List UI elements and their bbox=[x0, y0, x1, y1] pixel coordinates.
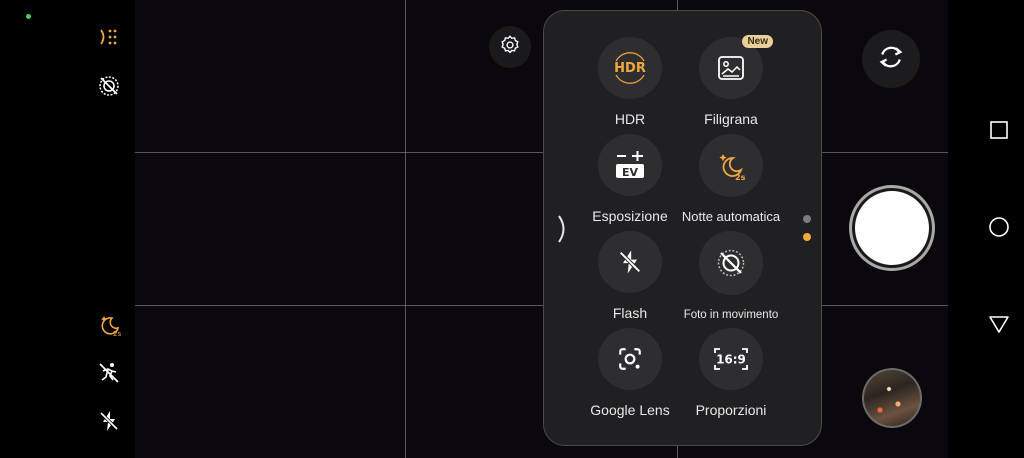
auto-night-toggle[interactable]: 2s Notte automatica bbox=[676, 134, 786, 224]
hdr-toggle[interactable]: HDR HDR bbox=[575, 37, 685, 127]
recents-button[interactable] bbox=[986, 119, 1012, 145]
google-lens-button[interactable]: Google Lens bbox=[575, 328, 685, 418]
aspect-ratio-icon: 16:9 bbox=[699, 328, 763, 390]
settings-button[interactable] bbox=[489, 26, 531, 68]
exposure-toggle[interactable]: EV Esposizione bbox=[575, 134, 685, 224]
filter-grid-icon[interactable] bbox=[97, 24, 123, 50]
svg-text:2s: 2s bbox=[735, 173, 746, 181]
tile-label: HDR bbox=[614, 111, 646, 127]
grid-line bbox=[405, 0, 406, 458]
shutter-inner bbox=[855, 191, 929, 265]
home-icon bbox=[988, 216, 1010, 243]
left-rail: 2s bbox=[0, 0, 135, 458]
tile-label: Proporzioni bbox=[695, 402, 767, 418]
shutter-button[interactable] bbox=[849, 185, 935, 271]
recents-icon bbox=[989, 120, 1009, 145]
page-indicator-dot-active[interactable] bbox=[803, 233, 811, 241]
home-button[interactable] bbox=[986, 216, 1012, 242]
tile-label: Flash bbox=[612, 305, 648, 321]
auto-night-icon: 2s bbox=[699, 134, 763, 197]
exposure-icon: EV bbox=[598, 134, 662, 196]
collapse-panel-button[interactable] bbox=[554, 213, 572, 249]
auto-night-icon[interactable]: 2s bbox=[97, 312, 123, 338]
hdr-icon: HDR bbox=[598, 37, 662, 99]
tile-label: Foto in movimento bbox=[683, 309, 779, 321]
motion-photo-off-icon bbox=[699, 231, 763, 295]
tile-label: Notte automatica bbox=[681, 209, 781, 224]
flash-off-icon bbox=[598, 231, 662, 293]
motion-photo-toggle[interactable]: Foto in movimento bbox=[676, 231, 786, 321]
flash-toggle[interactable]: Flash bbox=[575, 231, 685, 321]
aspect-ratio-button[interactable]: 16:9 Proporzioni bbox=[676, 328, 786, 418]
svg-text:2s: 2s bbox=[113, 330, 121, 337]
switch-camera-button[interactable] bbox=[862, 30, 920, 88]
google-lens-icon bbox=[598, 328, 662, 390]
gear-icon bbox=[499, 34, 521, 61]
tile-label: Filigrana bbox=[704, 111, 758, 127]
svg-text:EV: EV bbox=[622, 166, 639, 179]
tile-label: Google Lens bbox=[590, 402, 670, 418]
page-indicator-dot[interactable] bbox=[803, 215, 811, 223]
svg-text:HDR: HDR bbox=[614, 61, 646, 76]
svg-text:16:9: 16:9 bbox=[716, 353, 746, 367]
camera-switch-icon bbox=[876, 42, 906, 77]
quick-settings-panel: HDR HDR New Filigrana EV Esposizione 2s … bbox=[543, 10, 822, 446]
motion-photo-off-icon[interactable] bbox=[96, 73, 122, 99]
new-badge: New bbox=[742, 35, 773, 48]
chevron-right-icon bbox=[556, 214, 570, 249]
grid-line bbox=[135, 305, 948, 306]
back-button[interactable] bbox=[986, 313, 1012, 339]
tile-label: Esposizione bbox=[592, 208, 668, 224]
privacy-indicator bbox=[26, 14, 31, 19]
watermark-icon: New bbox=[699, 35, 773, 99]
watermark-toggle[interactable]: New Filigrana bbox=[676, 35, 786, 127]
viewfinder[interactable] bbox=[135, 0, 948, 458]
motion-off-icon[interactable] bbox=[96, 360, 122, 386]
back-icon bbox=[988, 314, 1010, 339]
gallery-thumbnail[interactable] bbox=[862, 368, 922, 428]
grid-line bbox=[135, 152, 948, 153]
flash-off-icon[interactable] bbox=[96, 408, 122, 434]
